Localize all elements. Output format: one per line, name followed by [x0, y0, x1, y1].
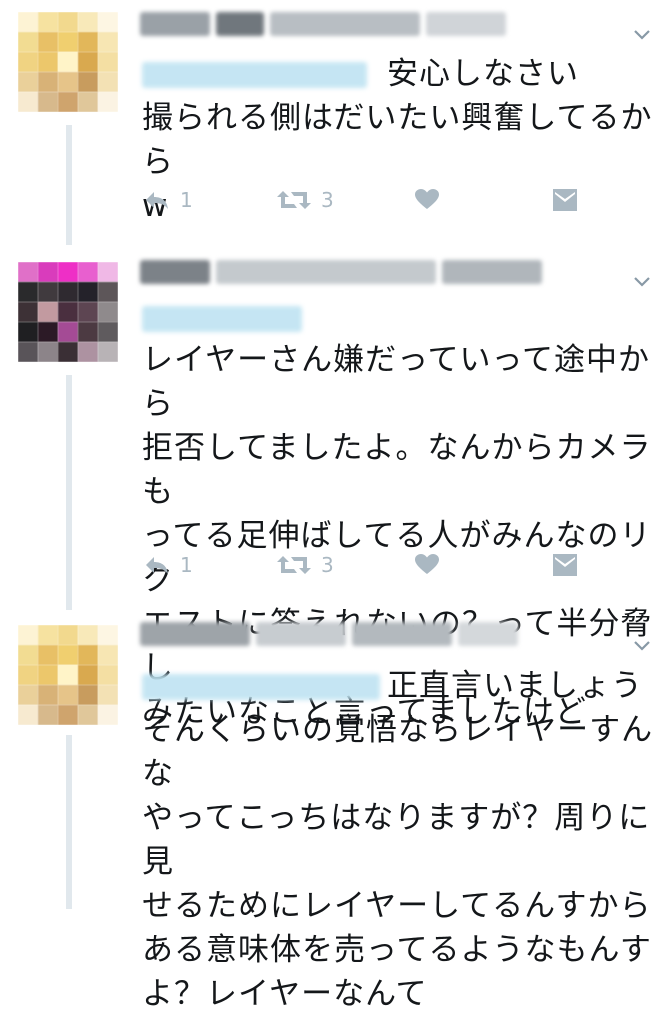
like-button[interactable]	[414, 553, 440, 575]
avatar[interactable]	[18, 625, 118, 725]
thread-line	[66, 125, 72, 245]
like-icon	[415, 554, 439, 574]
retweet-button[interactable]: 3	[277, 553, 334, 577]
thread-line	[66, 735, 72, 909]
like-icon	[415, 189, 439, 209]
reply-button[interactable]: 1	[144, 553, 193, 577]
author-name[interactable]	[140, 258, 542, 286]
author-name[interactable]	[140, 620, 518, 648]
reply-count: 1	[180, 188, 193, 212]
tweet-actions: 1 3	[142, 553, 592, 587]
chevron-down-icon[interactable]	[634, 272, 650, 287]
retweet-count: 3	[321, 188, 334, 212]
chevron-down-icon[interactable]	[634, 25, 650, 40]
reply-to-mention[interactable]	[142, 306, 302, 332]
reply-count: 1	[180, 553, 193, 577]
retweet-icon	[277, 191, 311, 209]
dm-icon	[553, 189, 577, 211]
retweet-icon	[277, 556, 311, 574]
retweet-button[interactable]: 3	[277, 188, 334, 212]
retweet-count: 3	[321, 553, 334, 577]
reply-icon	[146, 192, 168, 209]
like-button[interactable]	[414, 188, 440, 210]
avatar[interactable]	[18, 262, 118, 362]
reply-button[interactable]: 1	[144, 188, 193, 212]
author-name[interactable]	[140, 10, 506, 38]
dm-icon	[553, 554, 577, 576]
reply-icon	[146, 557, 168, 574]
dm-button[interactable]	[552, 188, 578, 212]
avatar[interactable]	[18, 12, 118, 112]
thread-line	[66, 375, 72, 610]
dm-button[interactable]	[552, 553, 578, 577]
tweet-text: 正直言いましょう そんくらいの覚悟ならレイヤーすんな やってこっちはなりますが？…	[142, 668, 654, 1012]
tweet-actions: 1 3	[142, 188, 592, 222]
chevron-down-icon[interactable]	[634, 636, 650, 651]
